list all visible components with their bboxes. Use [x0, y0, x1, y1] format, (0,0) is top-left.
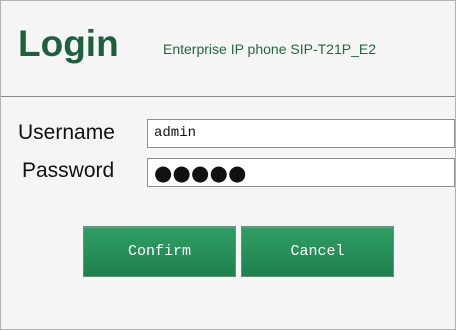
username-label: Username — [18, 121, 115, 144]
login-panel: Login Enterprise IP phone SIP-T21P_E2 Us… — [0, 0, 456, 330]
password-label: Password — [22, 159, 115, 182]
username-field[interactable]: admin — [147, 119, 455, 148]
login-header: Login Enterprise IP phone SIP-T21P_E2 — [1, 1, 455, 97]
confirm-button[interactable]: Confirm — [83, 226, 236, 277]
cancel-button[interactable]: Cancel — [241, 226, 394, 277]
password-masked-value: ●●●●● — [154, 161, 247, 185]
password-field[interactable]: ●●●●● — [147, 158, 455, 187]
header-divider — [1, 96, 455, 97]
username-value: admin — [154, 125, 197, 141]
page-title: Login — [18, 23, 119, 64]
device-subtitle: Enterprise IP phone SIP-T21P_E2 — [163, 41, 376, 57]
